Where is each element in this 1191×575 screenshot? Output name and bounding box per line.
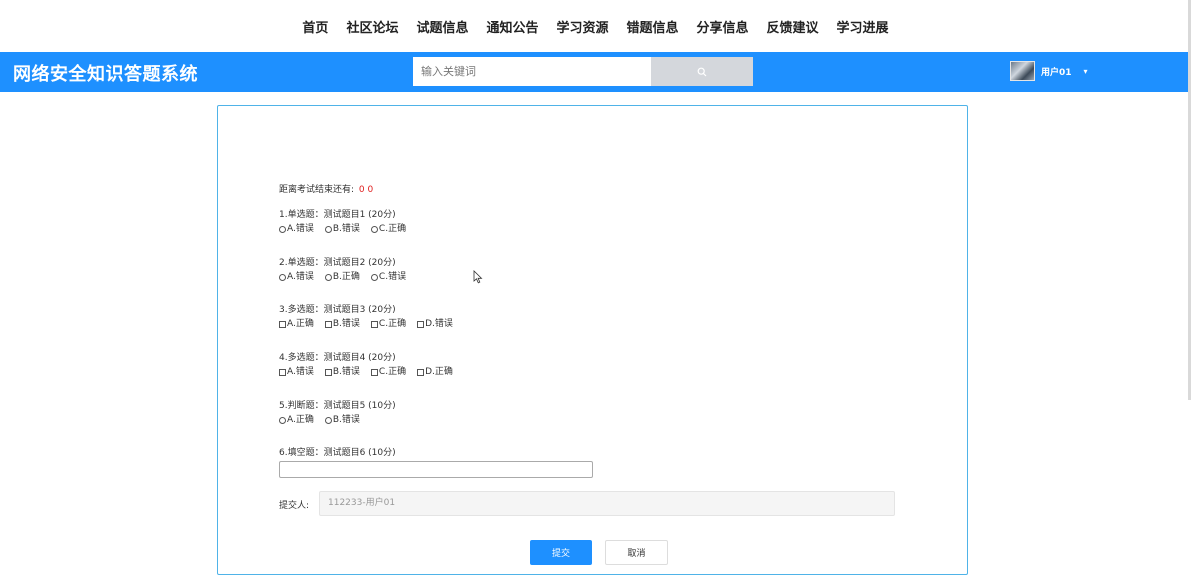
question-2: 2.单选题：测试题目2 (20分) A.错误 B.正确 C.错误 <box>279 257 406 284</box>
timer-value: 0 0 <box>358 185 374 195</box>
question-title: 2.单选题：测试题目2 (20分) <box>279 258 396 268</box>
option-label: B.正确 <box>332 272 360 282</box>
question-title: 5.判断题：测试题目5 (10分) <box>279 401 396 411</box>
nav-item-share[interactable]: 分享信息 <box>688 17 758 36</box>
radio-icon <box>279 273 286 281</box>
question-title: 4.多选题：测试题目4 (20分) <box>279 353 396 363</box>
question-6: 6.填空题：测试题目6 (10分) <box>279 447 396 459</box>
option-label: D.错误 <box>425 319 453 329</box>
radio-icon <box>324 273 332 281</box>
checkbox-icon <box>370 320 378 328</box>
nav-item-wrong-questions[interactable]: 错题信息 <box>618 17 688 36</box>
option-radio[interactable]: B.错误 <box>324 222 360 236</box>
radio-icon <box>370 273 378 281</box>
checkbox-icon <box>417 320 425 328</box>
question-4: 4.多选题：测试题目4 (20分) A.错误 B.错误 C.正确 D.正确 <box>279 352 453 379</box>
option-label: B.错误 <box>332 224 360 234</box>
user-name: 用户01 <box>1041 67 1072 78</box>
option-label: C.正确 <box>378 224 407 234</box>
top-nav: 首页 社区论坛 试题信息 通知公告 学习资源 错题信息 分享信息 反馈建议 学习… <box>0 0 1191 52</box>
option-label: A.错误 <box>287 367 314 377</box>
header-bar: 网络安全知识答题系统 用户01 ▾ <box>0 52 1191 92</box>
checkbox-icon <box>279 368 286 376</box>
radio-icon <box>370 225 378 233</box>
mouse-cursor-icon <box>473 270 483 284</box>
option-label: A.正确 <box>287 319 314 329</box>
search-icon <box>697 67 707 76</box>
checkbox-icon <box>324 320 332 328</box>
exam-timer: 距离考试结束还有: 0 0 <box>279 182 373 195</box>
option-checkbox[interactable]: B.错误 <box>324 365 360 379</box>
question-3: 3.多选题：测试题目3 (20分) A.正确 B.错误 C.正确 D.错误 <box>279 304 453 331</box>
nav-item-home[interactable]: 首页 <box>293 17 337 36</box>
option-label: C.错误 <box>378 272 407 282</box>
user-menu[interactable]: 用户01 ▾ <box>1010 56 1088 86</box>
checkbox-icon <box>279 320 286 328</box>
site-title: 网络安全知识答题系统 <box>13 64 198 85</box>
radio-icon <box>279 225 286 233</box>
nav-item-progress[interactable]: 学习进展 <box>828 17 898 36</box>
nav-item-forum[interactable]: 社区论坛 <box>337 17 407 36</box>
checkbox-icon <box>370 368 378 376</box>
question-title: 1.单选题：测试题目1 (20分) <box>279 210 396 220</box>
nav-item-resources[interactable]: 学习资源 <box>547 17 617 36</box>
avatar <box>1010 61 1035 81</box>
radio-icon <box>324 225 332 233</box>
checkbox-icon <box>417 368 425 376</box>
nav-item-questions[interactable]: 试题信息 <box>407 17 477 36</box>
option-checkbox[interactable]: A.正确 <box>279 317 314 331</box>
option-label: A.错误 <box>287 272 314 282</box>
answer-input[interactable] <box>279 461 593 478</box>
option-radio[interactable]: B.正确 <box>324 270 360 284</box>
search-button[interactable] <box>651 57 753 86</box>
search-input[interactable] <box>413 57 651 86</box>
option-checkbox[interactable]: C.正确 <box>370 317 407 331</box>
submitter-label: 提交人: <box>279 501 310 511</box>
nav-item-feedback[interactable]: 反馈建议 <box>758 17 828 36</box>
option-checkbox[interactable]: A.错误 <box>279 365 314 379</box>
nav-item-notices[interactable]: 通知公告 <box>477 17 547 36</box>
option-radio[interactable]: B.错误 <box>324 413 360 427</box>
question-5: 5.判断题：测试题目5 (10分) A.正确 B.错误 <box>279 400 396 427</box>
option-checkbox[interactable]: C.正确 <box>370 365 407 379</box>
option-label: B.错误 <box>332 319 360 329</box>
cancel-button[interactable]: 取消 <box>605 540 668 565</box>
option-label: C.正确 <box>378 367 407 377</box>
chevron-down-icon: ▾ <box>1083 66 1088 76</box>
submit-button[interactable]: 提交 <box>530 540 592 565</box>
submitter-field: 112233-用户01 <box>319 491 895 516</box>
option-checkbox[interactable]: D.正确 <box>417 365 453 379</box>
option-label: A.正确 <box>287 415 314 425</box>
checkbox-icon <box>324 368 332 376</box>
radio-icon <box>279 416 286 424</box>
option-label: D.正确 <box>425 367 453 377</box>
timer-label: 距离考试结束还有: <box>279 185 355 195</box>
option-radio[interactable]: A.错误 <box>279 222 314 236</box>
option-checkbox[interactable]: B.错误 <box>324 317 360 331</box>
option-label: A.错误 <box>287 224 314 234</box>
option-radio[interactable]: C.正确 <box>370 222 407 236</box>
option-checkbox[interactable]: D.错误 <box>417 317 453 331</box>
option-label: B.错误 <box>332 367 360 377</box>
option-label: B.错误 <box>332 415 360 425</box>
radio-icon <box>324 416 332 424</box>
option-radio[interactable]: A.错误 <box>279 270 314 284</box>
option-radio[interactable]: C.错误 <box>370 270 407 284</box>
option-label: C.正确 <box>378 319 407 329</box>
question-title: 6.填空题：测试题目6 (10分) <box>279 448 396 458</box>
option-radio[interactable]: A.正确 <box>279 413 314 427</box>
question-1: 1.单选题：测试题目1 (20分) A.错误 B.错误 C.正确 <box>279 209 406 236</box>
question-title: 3.多选题：测试题目3 (20分) <box>279 305 396 315</box>
